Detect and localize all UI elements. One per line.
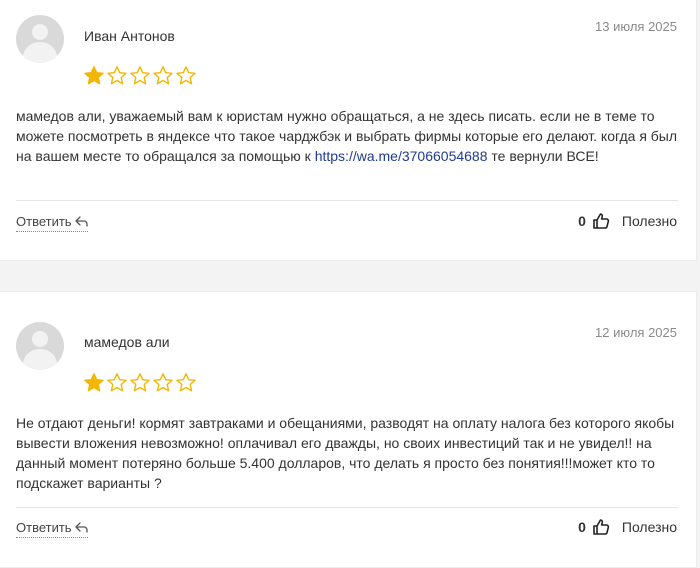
review-author[interactable]: Иван Антонов	[84, 28, 175, 44]
review-text-part: те вернули ВСЕ!	[487, 148, 599, 164]
reply-button[interactable]: Ответить	[16, 214, 88, 232]
like-count: 0	[578, 519, 586, 535]
star-empty-icon	[129, 372, 151, 394]
reply-arrow-icon	[74, 216, 88, 227]
star-empty-icon	[129, 65, 151, 87]
review-author[interactable]: мамедов али	[84, 334, 170, 350]
avatar-head	[32, 24, 48, 40]
reply-button[interactable]: Ответить	[16, 520, 88, 538]
review-date: 12 июля 2025	[595, 325, 677, 340]
star-empty-icon	[152, 372, 174, 394]
avatar[interactable]	[16, 15, 64, 63]
reply-label: Ответить	[16, 214, 72, 229]
divider	[16, 200, 678, 201]
review-link[interactable]: https://wa.me/37066054688	[315, 148, 488, 164]
avatar-body	[23, 42, 57, 63]
avatar-body	[23, 349, 57, 370]
helpful-control: 0 Полезно	[578, 518, 677, 536]
avatar[interactable]	[16, 322, 64, 370]
star-rating	[83, 65, 197, 87]
star-empty-icon	[106, 65, 128, 87]
star-filled-icon	[83, 372, 105, 394]
reply-arrow-icon	[74, 522, 88, 533]
thumbs-up-icon[interactable]	[592, 212, 610, 230]
star-empty-icon	[175, 65, 197, 87]
review-text: Не отдают деньги! кормят завтраками и об…	[16, 415, 675, 491]
review-card: мамедов али 12 июля 2025 Не отдают деньг…	[0, 291, 697, 568]
like-count: 0	[578, 213, 586, 229]
review-card: Иван Антонов 13 июля 2025 мамедов али, у…	[0, 0, 697, 261]
review-date: 13 июля 2025	[595, 19, 677, 34]
reply-label: Ответить	[16, 520, 72, 535]
star-rating	[83, 372, 197, 394]
divider	[16, 507, 678, 508]
star-empty-icon	[175, 372, 197, 394]
star-empty-icon	[152, 65, 174, 87]
helpful-control: 0 Полезно	[578, 212, 677, 230]
helpful-button[interactable]: Полезно	[622, 213, 677, 229]
star-filled-icon	[83, 65, 105, 87]
helpful-button[interactable]: Полезно	[622, 519, 677, 535]
review-text: мамедов али, уважаемый вам к юристам нуж…	[16, 106, 682, 166]
thumbs-up-icon[interactable]	[592, 518, 610, 536]
avatar-head	[32, 331, 48, 347]
star-empty-icon	[106, 372, 128, 394]
